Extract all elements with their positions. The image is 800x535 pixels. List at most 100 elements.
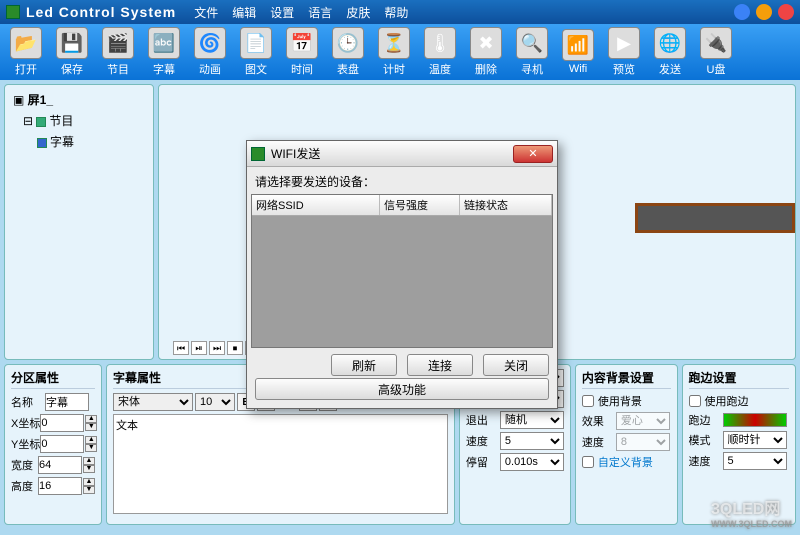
- col-ssid[interactable]: 网络SSID: [252, 195, 380, 215]
- Wifi-icon: 📶: [562, 29, 594, 61]
- col-status[interactable]: 链接状态: [460, 195, 552, 215]
- tool-动画[interactable]: 🌀动画: [188, 26, 232, 78]
- exit-effect-select[interactable]: 随机: [500, 411, 564, 429]
- dialog-title: WIFI发送: [271, 145, 320, 162]
- exit-speed-select[interactable]: 5: [500, 432, 564, 450]
- panel-background: 内容背景设置 使用背景 效果爱心 速度8 自定义背景: [575, 364, 678, 525]
- app-title: Led Control System: [26, 4, 176, 20]
- 寻机-icon: 🔍: [516, 27, 548, 59]
- tool-寻机[interactable]: 🔍寻机: [510, 26, 554, 78]
- 表盘-icon: 🕒: [332, 27, 364, 59]
- 字幕-icon: 🔤: [148, 27, 180, 59]
- connect-button[interactable]: 连接: [407, 354, 473, 376]
- tool-发送[interactable]: 🌐发送: [648, 26, 692, 78]
- dialog-titlebar[interactable]: WIFI发送 ✕: [247, 141, 557, 167]
- minimize-icon[interactable]: [734, 4, 750, 20]
- U盘-icon: 🔌: [700, 27, 732, 59]
- 保存-icon: 💾: [56, 27, 88, 59]
- tree-subtitle[interactable]: 字幕: [9, 131, 149, 152]
- tool-时间[interactable]: 📅时间: [280, 26, 324, 78]
- 动画-icon: 🌀: [194, 27, 226, 59]
- window-buttons: [734, 4, 794, 20]
- menu-bar: 文件 编辑 设置 语言 皮肤 帮助: [194, 4, 408, 21]
- tool-计时[interactable]: ⏳计时: [372, 26, 416, 78]
- col-signal[interactable]: 信号强度: [380, 195, 460, 215]
- tool-删除[interactable]: ✖删除: [464, 26, 508, 78]
- 温度-icon: 🌡: [424, 27, 456, 59]
- tool-节目[interactable]: 🎬节目: [96, 26, 140, 78]
- play-btn-1[interactable]: ⏯: [191, 341, 207, 355]
- led-stage[interactable]: [635, 203, 795, 233]
- 计时-icon: ⏳: [378, 27, 410, 59]
- 打开-icon: 📂: [10, 27, 42, 59]
- tool-U盘[interactable]: 🔌U盘: [694, 26, 738, 78]
- partition-name-input[interactable]: [45, 393, 89, 411]
- dialog-close-button[interactable]: ✕: [513, 145, 553, 163]
- partition-x-input[interactable]: [40, 414, 84, 432]
- dialog-prompt: 请选择要发送的设备：: [247, 167, 557, 194]
- fontsize-select[interactable]: 10: [195, 393, 235, 411]
- tool-字幕[interactable]: 🔤字幕: [142, 26, 186, 78]
- 删除-icon: ✖: [470, 27, 502, 59]
- close-icon[interactable]: [778, 4, 794, 20]
- tool-预览[interactable]: ▶预览: [602, 26, 646, 78]
- partition-title: 分区属性: [11, 369, 95, 389]
- 预览-icon: ▶: [608, 27, 640, 59]
- h-spinner[interactable]: ▲▼: [83, 478, 95, 494]
- tree-root[interactable]: ▣ 屏1_: [9, 89, 149, 110]
- maximize-icon[interactable]: [756, 4, 772, 20]
- watermark: 3QLED网WWW.3QLED.COM: [711, 495, 792, 529]
- play-btn-3[interactable]: ⏹: [227, 341, 243, 355]
- y-spinner[interactable]: ▲▼: [85, 436, 97, 452]
- bg-effect-select[interactable]: 爱心: [616, 412, 670, 430]
- w-spinner[interactable]: ▲▼: [83, 457, 95, 473]
- 时间-icon: 📅: [286, 27, 318, 59]
- menu-file[interactable]: 文件: [194, 4, 218, 21]
- partition-w-input[interactable]: [38, 456, 82, 474]
- custom-bg-checkbox[interactable]: [582, 456, 594, 468]
- tool-保存[interactable]: 💾保存: [50, 26, 94, 78]
- tree-program[interactable]: ⊟ 节目: [9, 110, 149, 131]
- play-btn-0[interactable]: ⏮: [173, 341, 189, 355]
- list-header: 网络SSID 信号强度 链接状态: [252, 195, 552, 216]
- bg-title: 内容背景设置: [582, 369, 671, 389]
- menu-language[interactable]: 语言: [308, 4, 332, 21]
- close-button[interactable]: 关闭: [483, 354, 549, 376]
- x-spinner[interactable]: ▲▼: [85, 415, 97, 431]
- refresh-button[interactable]: 刷新: [331, 354, 397, 376]
- app-logo-icon: [6, 5, 20, 19]
- device-list[interactable]: 网络SSID 信号强度 链接状态: [251, 194, 553, 348]
- menu-settings[interactable]: 设置: [270, 4, 294, 21]
- border-style-preview[interactable]: [723, 413, 787, 427]
- titlebar: Led Control System 文件 编辑 设置 语言 皮肤 帮助: [0, 0, 800, 24]
- menu-help[interactable]: 帮助: [384, 4, 408, 21]
- tool-温度[interactable]: 🌡温度: [418, 26, 462, 78]
- tool-Wifi[interactable]: 📶Wifi: [556, 26, 600, 78]
- run-title: 跑边设置: [689, 369, 789, 389]
- tool-表盘[interactable]: 🕒表盘: [326, 26, 370, 78]
- partition-h-input[interactable]: [38, 477, 82, 495]
- wifi-dialog: WIFI发送 ✕ 请选择要发送的设备： 网络SSID 信号强度 链接状态 刷新 …: [246, 140, 558, 409]
- menu-edit[interactable]: 编辑: [232, 4, 256, 21]
- 节目-icon: 🎬: [102, 27, 134, 59]
- tree-panel: ▣ 屏1_ ⊟ 节目 字幕: [4, 84, 154, 360]
- stop-time-select[interactable]: 0.010s: [500, 453, 564, 471]
- use-border-checkbox[interactable]: [689, 395, 701, 407]
- panel-partition: 分区属性 名称 X坐标▲▼ Y坐标▲▼ 宽度▲▼ 高度▲▼: [4, 364, 102, 525]
- menu-skin[interactable]: 皮肤: [346, 4, 370, 21]
- partition-y-input[interactable]: [40, 435, 84, 453]
- border-speed-select[interactable]: 5: [723, 452, 787, 470]
- subtitle-text-input[interactable]: 文本: [113, 414, 448, 514]
- dialog-icon: [251, 147, 265, 161]
- font-select[interactable]: 宋体: [113, 393, 193, 411]
- advanced-button[interactable]: 高级功能: [255, 378, 549, 400]
- bg-speed-select[interactable]: 8: [616, 433, 670, 451]
- 图文-icon: 📄: [240, 27, 272, 59]
- toolbar: 📂打开💾保存🎬节目🔤字幕🌀动画📄图文📅时间🕒表盘⏳计时🌡温度✖删除🔍寻机📶Wif…: [0, 24, 800, 80]
- use-bg-checkbox[interactable]: [582, 395, 594, 407]
- 发送-icon: 🌐: [654, 27, 686, 59]
- border-mode-select[interactable]: 顺时针: [723, 431, 787, 449]
- tool-图文[interactable]: 📄图文: [234, 26, 278, 78]
- play-btn-2[interactable]: ⏭: [209, 341, 225, 355]
- tool-打开[interactable]: 📂打开: [4, 26, 48, 78]
